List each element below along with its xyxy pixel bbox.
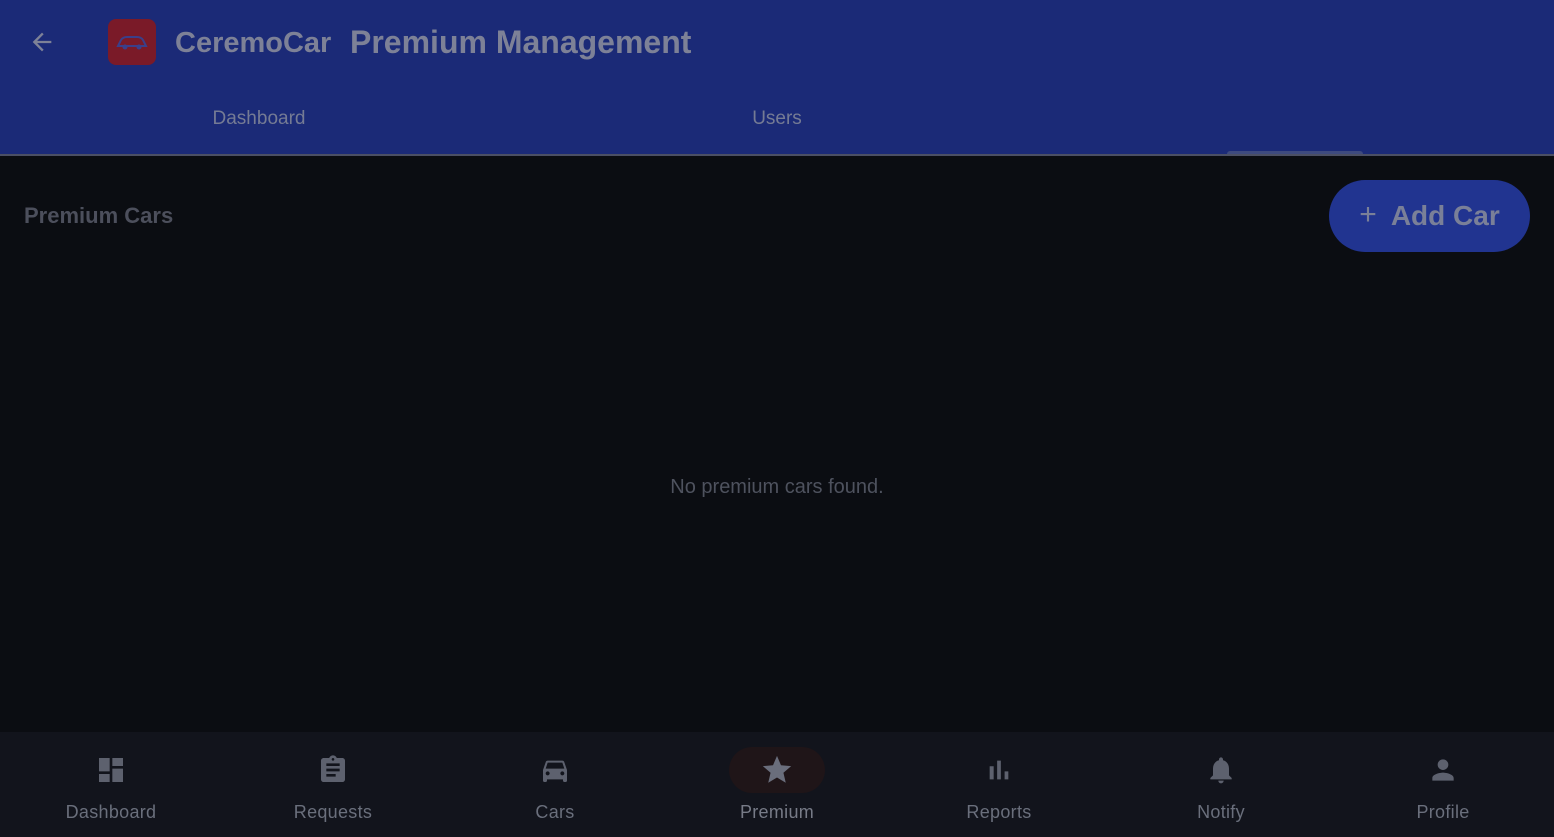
empty-state-message: No premium cars found. — [670, 476, 884, 498]
tab-premium[interactable] — [1036, 100, 1554, 138]
nav-label: Cars — [535, 802, 575, 822]
page-title: Premium Management — [350, 24, 692, 60]
dashboard-icon — [95, 754, 127, 786]
brand-name: CeremoCar — [175, 27, 332, 59]
nav-premium[interactable]: Premium — [666, 732, 888, 837]
tab-users[interactable]: Users — [518, 100, 1036, 138]
nav-label: Profile — [1416, 802, 1470, 822]
back-button[interactable] — [22, 22, 62, 62]
nav-notify[interactable]: Notify — [1110, 732, 1332, 837]
car-icon — [539, 754, 571, 786]
nav-label: Requests — [293, 802, 373, 822]
nav-reports[interactable]: Reports — [888, 732, 1110, 837]
divider — [0, 154, 1554, 156]
arrow-back-icon — [28, 28, 56, 56]
nav-label: Notify — [1197, 802, 1245, 822]
nav-label: Dashboard — [65, 802, 157, 822]
person-icon — [1427, 754, 1459, 786]
section-title: Premium Cars — [24, 203, 174, 228]
bar-chart-icon — [983, 754, 1015, 786]
add-car-button[interactable]: + Add Car — [1329, 180, 1530, 252]
bell-icon — [1205, 754, 1237, 786]
tab-label: Users — [752, 108, 802, 129]
nav-profile[interactable]: Profile — [1332, 732, 1554, 837]
tab-dashboard[interactable]: Dashboard — [0, 100, 518, 138]
app-logo — [108, 19, 156, 65]
nav-cars[interactable]: Cars — [444, 732, 666, 837]
bottom-navigation: Dashboard Requests Cars Premium Reports … — [0, 732, 1554, 837]
car-logo-icon — [115, 32, 149, 52]
nav-dashboard[interactable]: Dashboard — [0, 732, 222, 837]
star-icon — [760, 753, 794, 787]
tab-label: Dashboard — [212, 108, 306, 129]
clipboard-icon — [317, 754, 349, 786]
app-bar: CeremoCar Premium Management Dashboard U… — [0, 0, 1554, 156]
add-car-label: Add Car — [1390, 200, 1500, 231]
nav-label: Reports — [966, 802, 1032, 822]
plus-icon: + — [1359, 197, 1377, 231]
nav-requests[interactable]: Requests — [222, 732, 444, 837]
nav-label: Premium — [739, 802, 815, 822]
